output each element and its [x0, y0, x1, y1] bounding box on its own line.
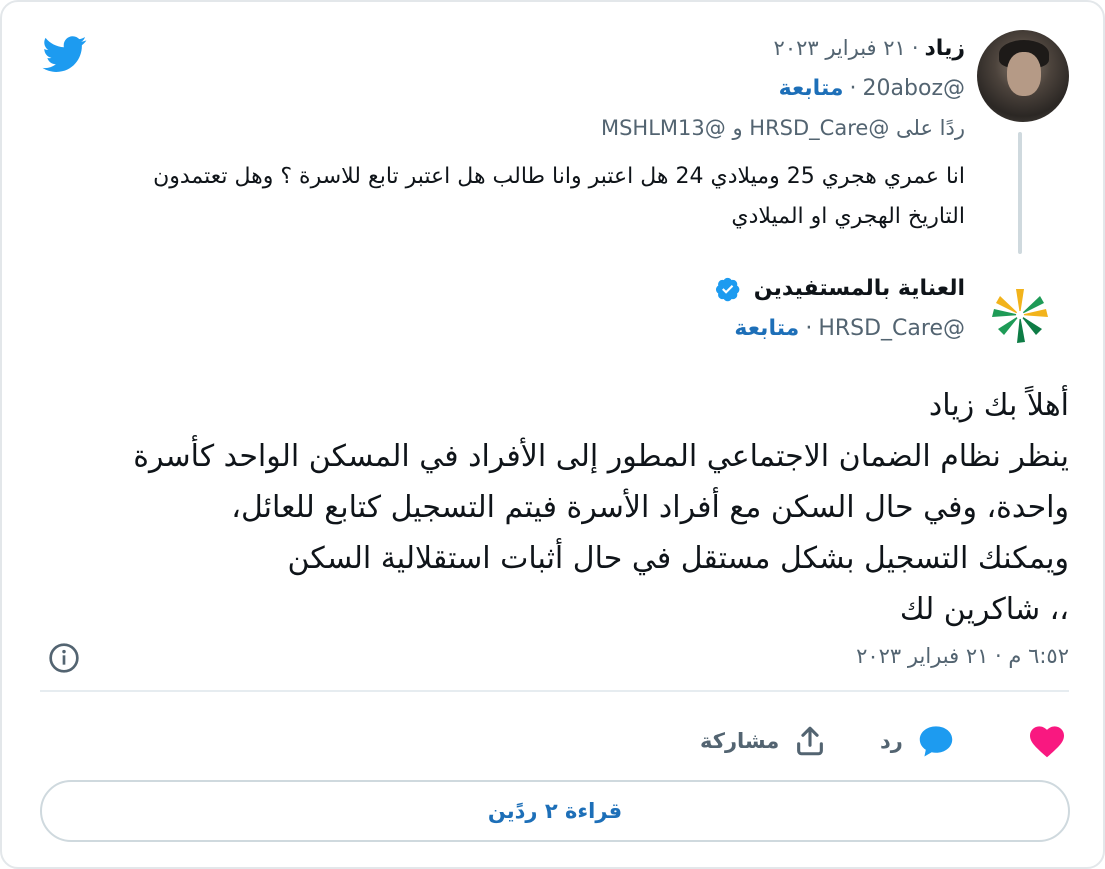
separator-dot: · [911, 36, 919, 60]
reply-tweet-handle-row: @20aboz·متابعة [779, 76, 965, 101]
replying-to-and: و [732, 116, 743, 140]
share-label: مشاركة [700, 729, 780, 753]
tweet-text-line: ويمكنك التسجيل بشكل مستقل في حال أثبات ا… [287, 541, 1069, 576]
avatar[interactable] [977, 30, 1069, 122]
speech-bubble-icon [919, 726, 953, 757]
share-upload-icon [797, 726, 824, 756]
author-name[interactable]: العناية بالمستفيدين [754, 276, 965, 301]
separator-dot: · [805, 316, 813, 341]
replying-to: ردًا على @HRSD_Care و @MSHLM13 [601, 116, 965, 140]
tweet-text-line: ،، شاكرين لك [899, 592, 1069, 627]
thread-connector-line [1018, 132, 1022, 254]
follow-link[interactable]: متابعة [734, 316, 799, 341]
author-name[interactable]: زياد [925, 36, 965, 61]
main-tweet-handle-row: @HRSD_Care·متابعة [734, 316, 965, 341]
like-button[interactable] [1028, 718, 1066, 764]
follow-link[interactable]: متابعة [779, 76, 844, 101]
mention-link[interactable]: @HRSD_Care [749, 116, 889, 140]
verified-badge-icon [715, 277, 740, 302]
reply-button[interactable]: رد [880, 718, 955, 764]
tweet-text-line: ينظر نظام الضمان الاجتماعي المطور إلى ال… [133, 439, 1069, 474]
info-icon[interactable] [48, 642, 80, 674]
tweet-text-line: واحدة، وفي حال السكن مع أفراد الأسرة فيت… [231, 490, 1069, 525]
separator-dot: · [849, 76, 857, 101]
mention-link[interactable]: @MSHLM13 [601, 116, 726, 140]
hrsd-logo-icon[interactable] [987, 282, 1053, 348]
reply-label: رد [880, 729, 903, 753]
twitter-bird-icon[interactable] [40, 32, 90, 76]
main-tweet-text: أهلاً بك زياد ينظر نظام الضمان الاجتماعي… [29, 380, 1069, 635]
embedded-tweet-card: زياد·٢١ فبراير ٢٠٢٣ @20aboz·متابعة ردًا … [0, 0, 1105, 869]
author-handle[interactable]: @HRSD_Care [818, 316, 965, 341]
share-button[interactable]: مشاركة [700, 718, 827, 764]
avatar-face [1007, 52, 1041, 96]
tweet-actions: رد مشاركة [2, 718, 1105, 764]
main-tweet-header: العناية بالمستفيدين [715, 276, 965, 302]
tweet-text-line: أهلاً بك زياد [928, 388, 1069, 423]
reply-tweet-text: انا عمري هجري 25 وميلادي 24 هل اعتبر وان… [153, 164, 965, 229]
author-handle[interactable]: @20aboz [863, 76, 965, 101]
read-replies-button[interactable]: قراءة ٢ ردًين [40, 780, 1070, 842]
divider [40, 690, 1069, 692]
tweet-timestamp[interactable]: ٦:٥٢ م · ٢١ فبراير ٢٠٢٣ [856, 644, 1069, 668]
replying-to-prefix: ردًا على [896, 116, 965, 140]
tweet-date[interactable]: ٢١ فبراير ٢٠٢٣ [774, 36, 906, 60]
reply-tweet-header: زياد·٢١ فبراير ٢٠٢٣ [774, 36, 965, 61]
heart-icon [1030, 726, 1064, 758]
